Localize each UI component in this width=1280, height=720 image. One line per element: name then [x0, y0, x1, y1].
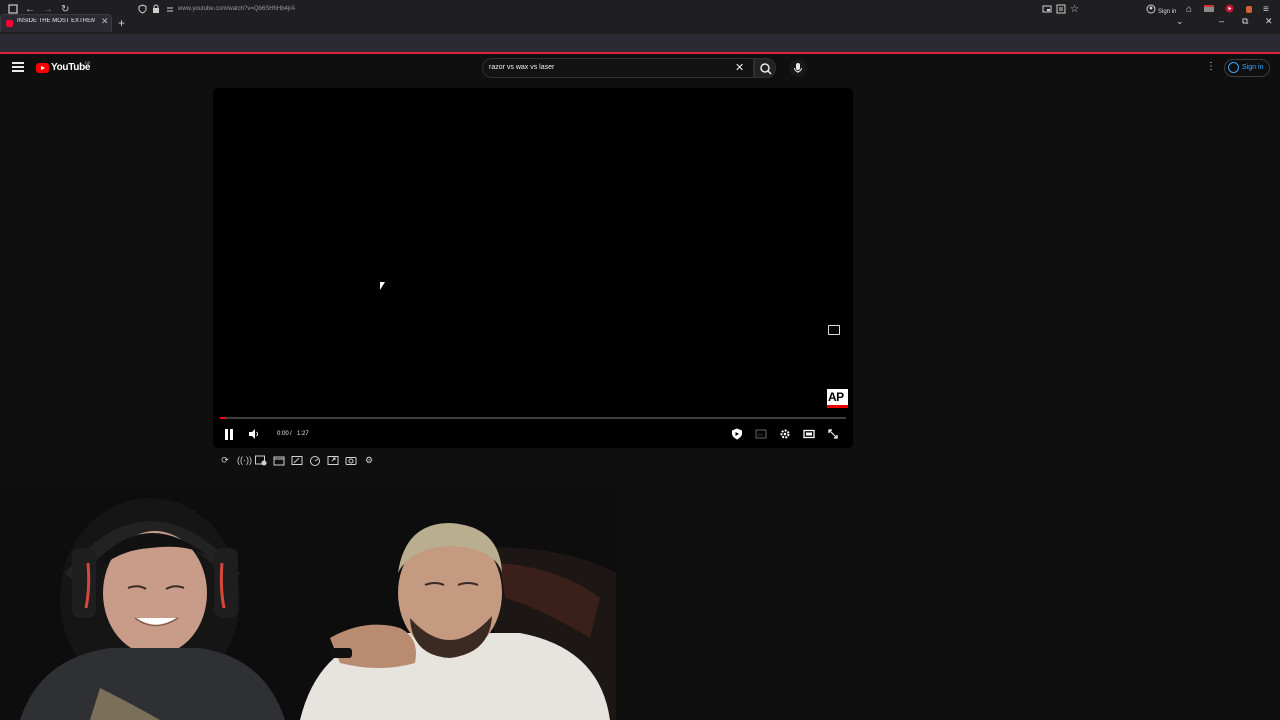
tab-list-chevron-icon[interactable]: ⌄: [1176, 16, 1184, 27]
forward-arrow-icon[interactable]: →: [43, 4, 53, 16]
pause-icon: [225, 429, 228, 440]
reload-icon[interactable]: ↻: [61, 4, 69, 16]
subtitles-icon[interactable]: CC: [755, 428, 767, 443]
loop-icon[interactable]: ⟳: [219, 455, 231, 466]
youtube-logo-icon[interactable]: [36, 63, 49, 73]
aspect-ratio-icon[interactable]: [291, 455, 303, 466]
account-circle-icon: [1228, 62, 1239, 73]
duration: 1:27: [297, 431, 309, 437]
screenshot-camera-icon[interactable]: [345, 455, 357, 466]
signin-label[interactable]: Sign in: [1242, 64, 1263, 71]
mouse-cursor-icon: [380, 282, 385, 290]
window-close-icon[interactable]: ✕: [1265, 16, 1273, 27]
playlist-icon[interactable]: [255, 455, 267, 466]
pause-button[interactable]: [224, 429, 234, 440]
search-clear-icon[interactable]: ✕: [735, 61, 744, 74]
youtube-favicon-icon: [6, 20, 13, 27]
minimize-icon[interactable]: –: [1219, 16, 1224, 26]
guide-menu-icon[interactable]: [12, 62, 24, 72]
progress-bar[interactable]: [220, 417, 846, 419]
webcam-overlay: [0, 488, 616, 720]
speed-gauge-icon[interactable]: [309, 455, 321, 466]
new-tab-button[interactable]: +: [118, 16, 125, 30]
progress-bar-fill: [220, 417, 227, 419]
app-menu-icon[interactable]: ≡: [1263, 4, 1269, 16]
search-button[interactable]: [754, 58, 776, 78]
browser-signin-label[interactable]: Sign in: [1158, 6, 1176, 18]
time-separator: /: [290, 431, 292, 437]
popup-player-icon[interactable]: [327, 455, 339, 466]
tab-close-icon[interactable]: ✕: [101, 16, 109, 27]
cinema-icon[interactable]: [273, 455, 285, 466]
ap-watermark-bar: [827, 405, 848, 408]
shield-icon[interactable]: [138, 4, 147, 18]
tab-title: INSIDE THE MOST EXTREME AI: [17, 18, 95, 24]
audio-broadcast-icon[interactable]: ((·)): [237, 455, 252, 466]
sponsorblock-icon[interactable]: [731, 428, 743, 443]
address-bar-url[interactable]: www.youtube.com/watch?v=Qb6SHhHb4jrA: [178, 6, 295, 12]
voice-search-button[interactable]: [789, 59, 807, 77]
extension-settings-gear-icon[interactable]: ⚙: [363, 455, 375, 466]
search-icon: [760, 63, 772, 75]
volume-icon[interactable]: [248, 428, 260, 443]
ap-watermark-text: AP: [828, 390, 844, 404]
account-icon[interactable]: [1146, 4, 1156, 18]
search-input[interactable]: razor vs wax vs laser: [489, 64, 554, 71]
settings-gear-icon[interactable]: [779, 428, 791, 443]
page-permissions-icon[interactable]: [166, 4, 174, 18]
video-player[interactable]: [213, 88, 853, 448]
back-arrow-icon[interactable]: ←: [25, 4, 35, 16]
extensions-icon[interactable]: ⌂: [1186, 4, 1192, 16]
reader-view-icon[interactable]: [1056, 4, 1066, 18]
more-options-icon[interactable]: ⋮: [1206, 61, 1216, 72]
current-time: 0:00: [277, 431, 289, 437]
lock-icon[interactable]: [152, 4, 160, 18]
svg-text:CC: CC: [758, 432, 764, 437]
fullscreen-icon[interactable]: [827, 428, 839, 443]
youtube-extension-icon[interactable]: [1225, 4, 1234, 17]
country-code: DE: [85, 60, 91, 65]
picture-in-picture-icon[interactable]: [1042, 4, 1052, 18]
sidebar-toggle-icon[interactable]: [8, 4, 18, 18]
mic-icon: [794, 63, 802, 73]
extension-badge-icon[interactable]: [1204, 4, 1214, 18]
addon-icon[interactable]: [1245, 4, 1253, 18]
theater-mode-icon[interactable]: [803, 428, 815, 443]
browser-nav-bar: [0, 34, 1280, 54]
webcam-image: [20, 498, 616, 720]
bookmark-star-icon[interactable]: ☆: [1070, 4, 1079, 16]
video-overlay-icon[interactable]: [828, 325, 840, 335]
